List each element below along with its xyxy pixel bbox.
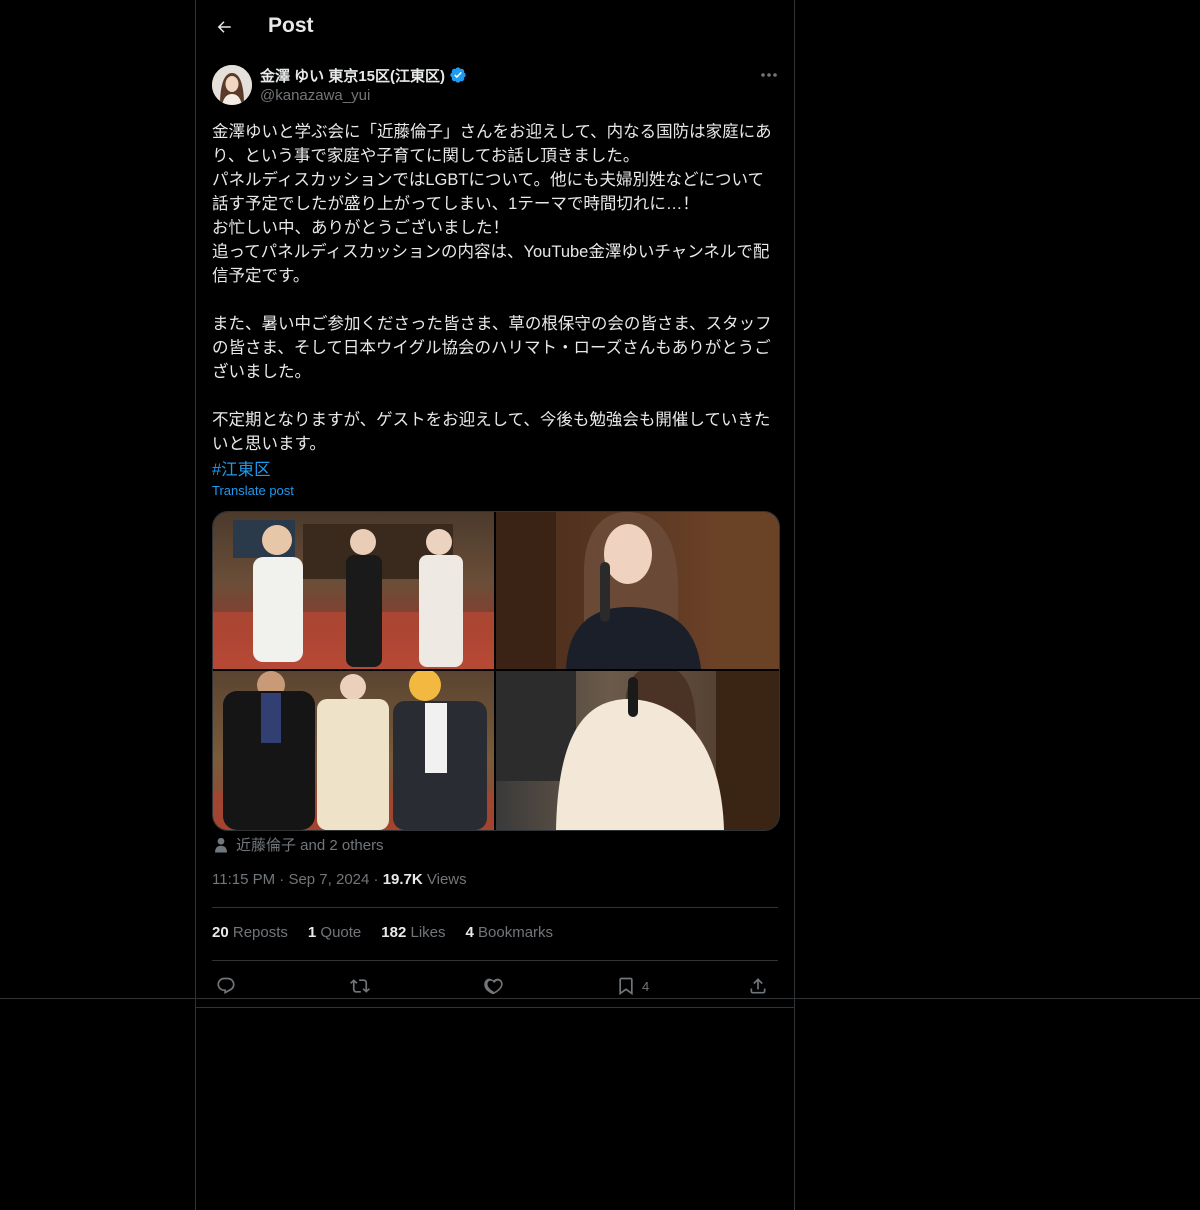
photo-1[interactable] <box>213 512 494 669</box>
post-time[interactable]: 11:15 PM <box>212 871 275 888</box>
back-arrow-icon <box>217 21 231 33</box>
action-bar: 4 <box>212 972 778 1000</box>
bookmark-icon <box>619 977 633 996</box>
more-icon <box>761 73 777 77</box>
divider <box>212 960 778 961</box>
bookmarks-stat[interactable]: 4 Bookmarks <box>466 924 554 941</box>
post-text: 金澤ゆいと学ぶ会に「近藤倫子」さんをお迎えして、内なる国防は家庭にあり、という事… <box>212 123 772 453</box>
repost-icon <box>350 979 370 993</box>
likes-stat[interactable]: 182 Likes <box>381 924 445 941</box>
author-handle[interactable]: @kanazawa_yui <box>260 87 370 104</box>
display-name[interactable]: 金澤 ゆい 東京15区(江東区) <box>260 65 445 86</box>
media-grid <box>212 511 780 831</box>
views-label: Views <box>426 871 467 888</box>
main-column: Post 金澤 ゆい 東京15区(江東区) @kanazawa_yui 金澤ゆい… <box>195 0 795 1210</box>
back-button[interactable] <box>208 11 240 43</box>
reply-button[interactable] <box>216 972 236 1000</box>
verified-badge-icon <box>450 67 466 83</box>
bookmark-count: 4 <box>642 978 650 994</box>
share-icon <box>750 978 766 994</box>
quotes-stat[interactable]: 1 Quote <box>308 924 361 941</box>
avatar[interactable] <box>212 65 252 105</box>
share-button[interactable] <box>748 972 768 1000</box>
engagement-stats: 20 Reposts 1 Quote 182 Likes 4 Bookmarks <box>212 924 553 941</box>
page-title: Post <box>268 14 314 37</box>
tagged-users-label: 近藤倫子 and 2 others <box>236 837 384 854</box>
tagged-users[interactable]: 近藤倫子 and 2 others <box>212 834 384 855</box>
reply-icon <box>217 977 235 994</box>
reposts-stat[interactable]: 20 Reposts <box>212 924 288 941</box>
views-count: 19.7K <box>382 871 423 888</box>
like-button[interactable] <box>484 972 504 1000</box>
bookmark-button[interactable]: 4 <box>616 972 649 1000</box>
more-button[interactable] <box>756 64 782 86</box>
photo-4[interactable] <box>496 671 779 830</box>
divider <box>212 907 778 908</box>
like-icon <box>484 978 503 995</box>
top-bar: Post <box>196 0 794 54</box>
repost-button[interactable] <box>350 972 370 1000</box>
photo-2[interactable] <box>496 512 779 669</box>
translate-post-link[interactable]: Translate post <box>212 483 294 498</box>
person-icon <box>215 837 227 852</box>
hashtag-link[interactable]: #江東区 <box>212 456 271 480</box>
post-date[interactable]: Sep 7, 2024 <box>288 871 369 888</box>
post-meta: 11:15 PM · Sep 7, 2024 · 19.7K Views <box>212 871 467 888</box>
photo-3[interactable] <box>213 671 494 830</box>
